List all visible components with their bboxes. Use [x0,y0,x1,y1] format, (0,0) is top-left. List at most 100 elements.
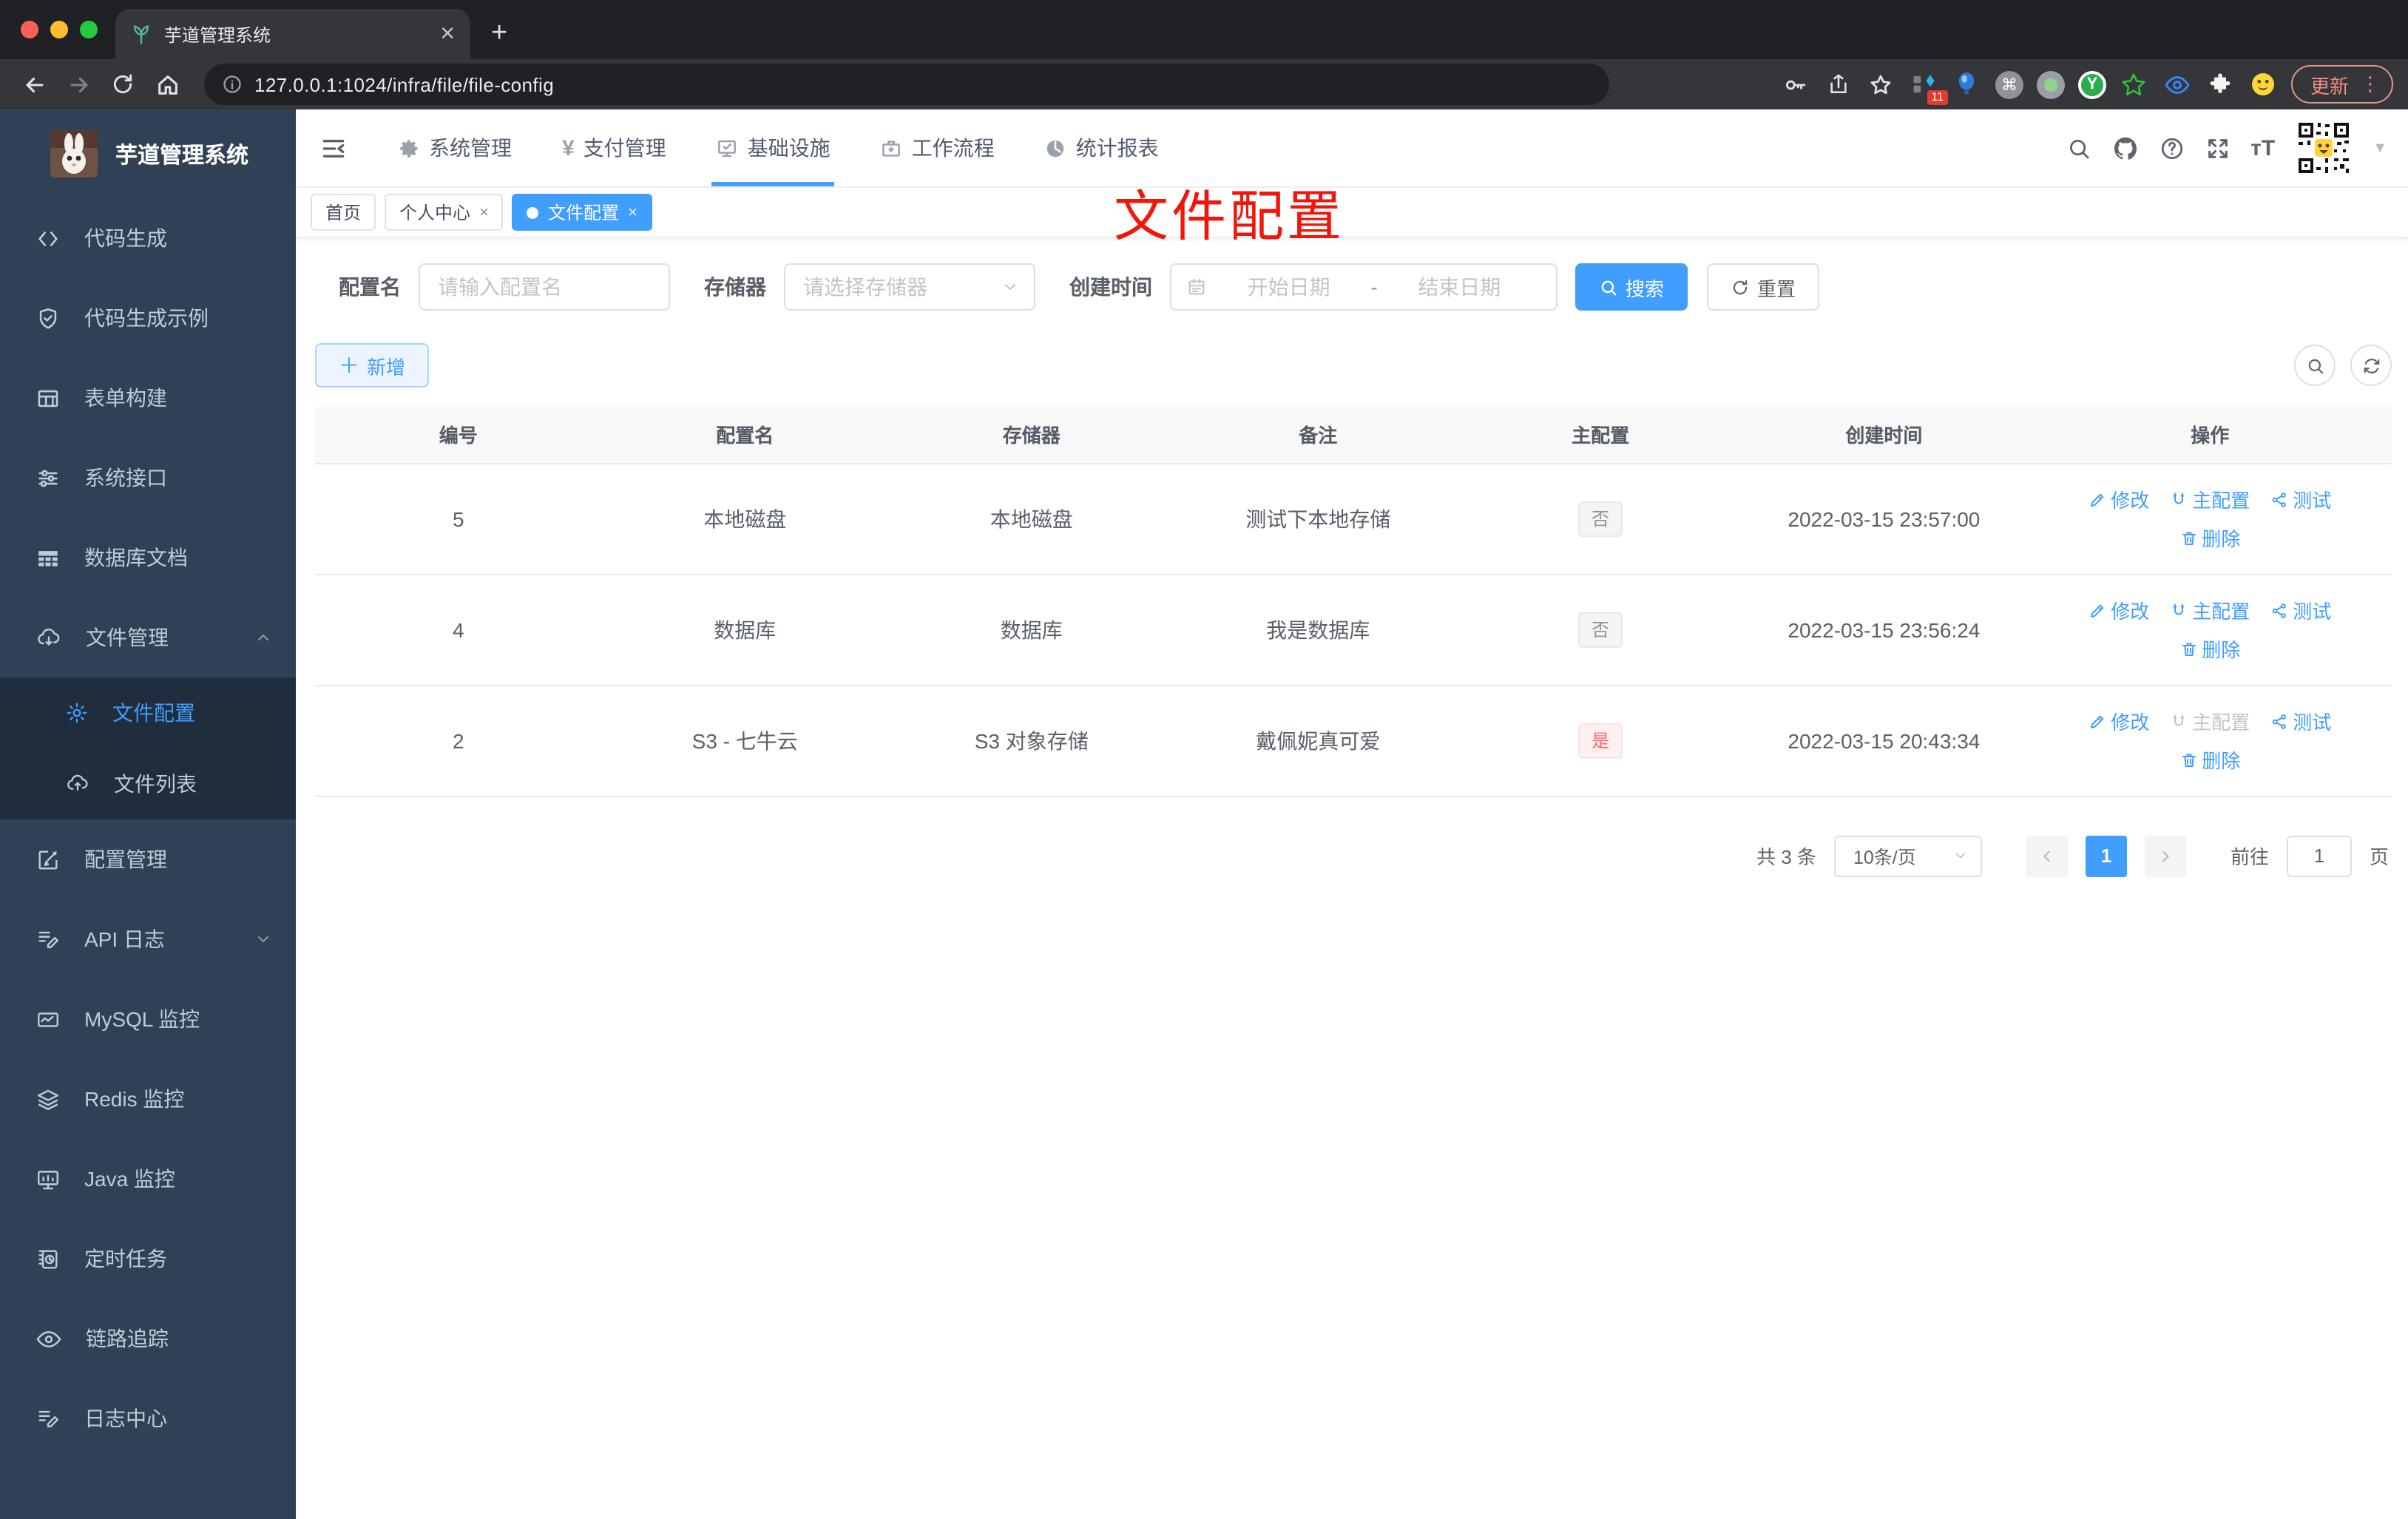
ext-emoji-icon[interactable] [2248,70,2278,99]
fullscreen-icon[interactable] [2205,135,2230,160]
test-link[interactable]: 测试 [2270,707,2331,735]
browser-toolbar: 127.0.0.1:1024/infra/file/file-config 11… [0,59,2408,109]
browser-tab[interactable]: 芋道管理系统 ✕ [115,9,470,59]
toggle-search-button[interactable] [2294,345,2336,386]
nav-item-system[interactable]: 系统管理 [373,109,537,186]
sidebar-item-db-doc[interactable]: 数据库文档 [0,518,296,598]
avatar[interactable] [2296,120,2353,176]
page-tab-file-config[interactable]: 文件配置 × [512,194,652,231]
goto-page-input[interactable] [2287,836,2350,875]
sidebar-item-config-mgmt[interactable]: 配置管理 [0,819,296,899]
briefcase-icon [881,137,903,159]
edit-link[interactable]: 修改 [2089,707,2149,735]
sidebar-item-log-center[interactable]: 日志中心 [0,1378,296,1458]
ext-recorder-icon[interactable] [2036,70,2065,98]
new-tab-button[interactable]: + [491,18,507,50]
chevron-down-icon [254,930,272,948]
bookmark-star-icon[interactable] [1867,70,1896,99]
sidebar-item-form-build[interactable]: 表单构建 [0,358,296,438]
cell-storage: S3 对象存储 [888,685,1175,796]
cell-storage: 数据库 [888,574,1175,686]
sidebar-item-file-list[interactable]: 文件列表 [0,748,296,819]
forward-icon[interactable] [59,65,98,104]
delete-link[interactable]: 删除 [2179,745,2240,774]
nav-item-label: 基础设施 [747,136,831,160]
font-size-icon[interactable]: ᴛT [2250,135,2275,160]
master-link[interactable]: 主配置 [2170,596,2250,624]
edit-link[interactable]: 修改 [2089,596,2149,624]
sidebar-item-file-config[interactable]: 文件配置 [0,677,296,748]
test-link[interactable]: 测试 [2270,596,2331,624]
toolbar-extensions: 11 ⌘ Y 更新 ⋮ [1781,65,2393,105]
minimize-window-button[interactable] [50,21,68,38]
app-logo[interactable]: 芋道管理系统 [0,109,296,198]
delete-link[interactable]: 删除 [2179,635,2240,663]
refresh-table-button[interactable] [2350,345,2392,386]
extensions-puzzle-icon[interactable] [2205,70,2235,99]
sidebar-item-trace[interactable]: 链路追踪 [0,1299,296,1378]
back-icon[interactable] [15,65,53,104]
ext-y-icon[interactable]: Y [2077,70,2106,98]
sidebar-item-api-log[interactable]: API 日志 [0,899,296,979]
help-icon[interactable] [2159,135,2184,160]
next-page-button[interactable] [2144,835,2186,876]
url-text[interactable]: 127.0.0.1:1024/infra/file/file-config [254,73,554,95]
test-link[interactable]: 测试 [2270,485,2331,513]
nav-item-payment[interactable]: ¥ 支付管理 [537,109,691,186]
browser-update-button[interactable]: 更新 ⋮ [2290,65,2393,104]
ext-star-green-icon[interactable] [2120,70,2149,99]
storage-select[interactable]: 请选择存储器 [784,263,1035,311]
ext-eye-blue-icon[interactable] [2162,70,2192,99]
nav-item-workflow[interactable]: 工作流程 [856,109,1020,186]
tab-close-icon[interactable]: ✕ [439,22,456,46]
ext-balloon-icon[interactable] [1952,70,1982,99]
address-bar[interactable]: 127.0.0.1:1024/infra/file/file-config [204,64,1609,105]
sidebar-item-code-demo[interactable]: 代码生成示例 [0,278,296,358]
topnav-right: ᴛT ▼ [2066,120,2387,176]
sidebar-item-system-api[interactable]: 系统接口 [0,438,296,518]
start-date-placeholder[interactable]: 开始日期 [1248,272,1330,302]
share-icon[interactable] [1824,70,1853,99]
page-tab-profile[interactable]: 个人中心 × [385,194,504,231]
github-icon[interactable] [2111,135,2138,161]
sidebar-item-file-mgmt[interactable]: 文件管理 [0,598,296,677]
site-info-icon[interactable] [222,74,243,95]
close-window-button[interactable] [21,21,38,38]
page-tab-home[interactable]: 首页 [311,194,376,231]
delete-link[interactable]: 删除 [2179,524,2240,552]
prev-page-button[interactable] [2026,835,2068,876]
search-button[interactable]: 搜索 [1575,263,1688,311]
cell-remark: 测试下本地存储 [1174,463,1461,575]
end-date-placeholder[interactable]: 结束日期 [1418,272,1501,302]
zoom-window-button[interactable] [80,21,98,38]
config-name-input[interactable] [420,265,669,309]
date-range-picker[interactable]: 开始日期 - 结束日期 [1170,263,1558,311]
ext-command-icon[interactable]: ⌘ [1995,70,2023,98]
browser-menu-icon[interactable]: ⋮ [2361,72,2380,96]
nav-item-infra[interactable]: 基础设施 [691,109,856,186]
current-page-button[interactable]: 1 [2085,835,2127,876]
page-size-select[interactable]: 10条/页 [1833,835,1982,876]
sidebar-item-mysql[interactable]: MySQL 监控 [0,979,296,1059]
master-link[interactable]: 主配置 [2170,485,2250,513]
chevron-down-icon [1952,848,1969,864]
reset-button[interactable]: 重置 [1707,263,1820,311]
pagination: 共 3 条 10条/页 1 前往 1 页 [315,835,2392,876]
sidebar-item-redis[interactable]: Redis 监控 [0,1059,296,1139]
home-icon[interactable] [148,65,186,104]
ext-tabs-icon[interactable]: 11 [1910,70,1948,105]
edit-link[interactable]: 修改 [2089,485,2149,513]
search-icon[interactable] [2066,135,2091,160]
caret-down-icon[interactable]: ▼ [2373,140,2387,156]
reload-icon[interactable] [104,65,142,104]
sidebar-item-cron[interactable]: 定时任务 [0,1219,296,1299]
log-center-icon [35,1406,61,1431]
collapse-sidebar-icon[interactable] [308,123,358,173]
sidebar-item-java[interactable]: Java 监控 [0,1139,296,1219]
sidebar-item-code-gen[interactable]: 代码生成 [0,198,296,278]
page-size-value: 10条/页 [1853,848,1916,868]
close-icon[interactable]: × [628,203,637,221]
add-button[interactable]: ＋ 新增 [315,343,430,388]
password-key-icon[interactable] [1781,70,1810,99]
close-icon[interactable]: × [479,203,489,221]
